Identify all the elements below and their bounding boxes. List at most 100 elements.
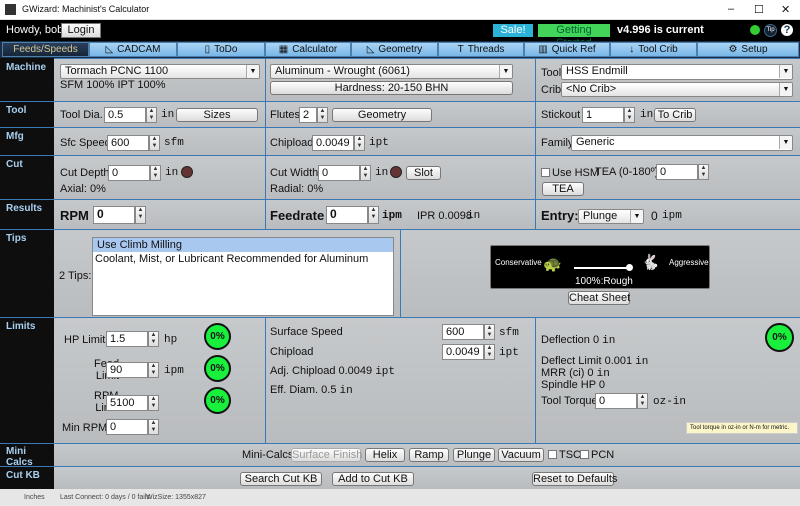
close-button[interactable]: ✕ bbox=[781, 3, 790, 16]
tool-torque-input[interactable]: 0 bbox=[595, 393, 637, 409]
maximize-button[interactable]: ☐ bbox=[754, 3, 764, 16]
tab-quick-ref[interactable]: ▥ Quick Ref bbox=[524, 42, 610, 57]
slot-button[interactable]: Slot bbox=[406, 166, 441, 180]
feedrate-output[interactable]: 0 bbox=[326, 206, 368, 224]
checkbox[interactable] bbox=[541, 168, 550, 177]
tip-item[interactable]: Use Climb Milling bbox=[93, 238, 393, 252]
search-cut-kb-button[interactable]: Search Cut KB bbox=[240, 472, 322, 486]
unit: hp bbox=[164, 334, 178, 346]
aggressiveness-slider[interactable]: Conservative 🐢 🐇 Aggressive 100%:Rough bbox=[490, 245, 710, 289]
tip-item[interactable]: Coolant, Mist, or Lubricant Recommended … bbox=[93, 252, 393, 266]
getting-started-button[interactable]: Getting Started bbox=[538, 24, 610, 49]
section-tool: Tool bbox=[6, 105, 27, 116]
to-crib-button[interactable]: To Crib bbox=[654, 108, 696, 122]
geometry-icon: ◺ bbox=[366, 44, 375, 55]
slider-thumb[interactable] bbox=[626, 264, 633, 271]
feedrate-stepper[interactable]: ▲ ▼ bbox=[368, 206, 379, 224]
checkbox[interactable] bbox=[580, 450, 589, 459]
entry-select[interactable]: Plunge ▼ bbox=[578, 209, 644, 224]
crib-select[interactable]: <No Crib> ▼ bbox=[561, 82, 793, 97]
chipload-input[interactable]: 0.0049 bbox=[312, 135, 354, 151]
tab-label: Calculator bbox=[292, 44, 338, 55]
tab-threads[interactable]: T Threads bbox=[438, 42, 524, 57]
flutes-input[interactable]: 2 bbox=[299, 107, 317, 123]
tab-tool-crib[interactable]: ↓ Tool Crib bbox=[610, 42, 697, 57]
hardness-button[interactable]: Hardness: 20-150 BHN bbox=[270, 81, 513, 95]
cut-depth-stepper[interactable]: ▲ ▼ bbox=[150, 165, 161, 181]
rpm-limit-stepper[interactable]: ▲ ▼ bbox=[148, 395, 159, 411]
limits-chipload-stepper[interactable]: ▲ ▼ bbox=[484, 344, 495, 360]
deflection-gauge: 0% bbox=[765, 323, 794, 352]
tool-dia-stepper[interactable]: ▲ ▼ bbox=[146, 107, 157, 123]
cheat-sheet-button[interactable]: Cheat Sheet bbox=[568, 291, 630, 305]
stickout-input[interactable]: 1 bbox=[582, 107, 624, 123]
chevron-down-icon: ▼ bbox=[246, 65, 259, 78]
tool-torque-stepper[interactable]: ▲ ▼ bbox=[637, 393, 648, 409]
rpm-limit-input[interactable]: 5100 bbox=[106, 395, 148, 411]
cut-depth-input[interactable]: 0 bbox=[108, 165, 150, 181]
tab-feeds-speeds[interactable]: Feeds/Speeds bbox=[2, 42, 89, 57]
surface-speed-stepper[interactable]: ▲ ▼ bbox=[484, 324, 495, 340]
tips-list[interactable]: Use Climb Milling Coolant, Mist, or Lubr… bbox=[92, 237, 394, 316]
flutes-stepper[interactable]: ▲ ▼ bbox=[317, 107, 328, 123]
min-rpm-input[interactable]: 0 bbox=[106, 419, 148, 435]
tea-button[interactable]: TEA bbox=[542, 182, 584, 196]
feed-limit-stepper[interactable]: ▲ ▼ bbox=[148, 362, 159, 378]
rpm-output[interactable]: 0 bbox=[93, 206, 135, 224]
sfc-speed-input[interactable]: 600 bbox=[107, 135, 149, 151]
tea-stepper[interactable]: ▲ ▼ bbox=[698, 164, 709, 180]
checkbox[interactable] bbox=[548, 450, 557, 459]
minimize-button[interactable]: – bbox=[728, 3, 734, 15]
family-select[interactable]: Generic ▼ bbox=[571, 135, 793, 151]
gauge-icon[interactable] bbox=[181, 166, 193, 178]
feed-gauge: 0% bbox=[204, 355, 231, 382]
tab-todo[interactable]: ▯ ToDo bbox=[177, 42, 265, 57]
add-to-cut-kb-button[interactable]: Add to Cut KB bbox=[332, 472, 414, 486]
tab-geometry[interactable]: ◺ Geometry bbox=[351, 42, 438, 57]
sizes-button[interactable]: Sizes bbox=[176, 108, 258, 122]
tab-setup[interactable]: ⚙ Setup bbox=[697, 42, 799, 57]
vacuum-button[interactable]: Vacuum bbox=[498, 448, 544, 462]
sfc-speed-stepper[interactable]: ▲ ▼ bbox=[149, 135, 160, 151]
helix-button[interactable]: Helix bbox=[365, 448, 405, 462]
sale-button[interactable]: Sale! bbox=[493, 24, 533, 37]
geometry-button[interactable]: Geometry bbox=[332, 108, 432, 122]
plunge-button[interactable]: Plunge bbox=[453, 448, 495, 462]
rpm-stepper[interactable]: ▲ ▼ bbox=[135, 206, 146, 224]
feed-limit-input[interactable]: 90 bbox=[106, 362, 148, 378]
surface-finish-button[interactable]: Surface Finish bbox=[291, 448, 362, 462]
hp-limit-stepper[interactable]: ▲ ▼ bbox=[148, 331, 159, 347]
limits-chipload-input[interactable]: 0.0049 bbox=[442, 344, 484, 360]
slider-track[interactable] bbox=[574, 267, 630, 269]
tool-dia-input[interactable]: 0.5 bbox=[104, 107, 146, 123]
family-value: Generic bbox=[576, 136, 615, 148]
chipload-stepper[interactable]: ▲ ▼ bbox=[354, 135, 365, 151]
unit: in bbox=[635, 356, 649, 368]
material-select[interactable]: Aluminum - Wrought (6061) ▼ bbox=[270, 64, 513, 79]
use-hsm-checkbox[interactable]: Use HSM bbox=[541, 167, 599, 179]
pcn-checkbox[interactable]: PCN bbox=[580, 449, 614, 461]
help-icon[interactable]: ? bbox=[781, 24, 793, 36]
version-status: v4.996 is current bbox=[617, 24, 704, 36]
stickout-stepper[interactable]: ▲ ▼ bbox=[624, 107, 635, 123]
tsc-checkbox[interactable]: TSC bbox=[548, 449, 581, 461]
gauge-icon[interactable] bbox=[390, 166, 402, 178]
surface-speed-input[interactable]: 600 bbox=[442, 324, 484, 340]
tea-input[interactable]: 0 bbox=[656, 164, 698, 180]
tool-dia-label: Tool Dia. bbox=[60, 109, 103, 121]
hp-limit-input[interactable]: 1.5 bbox=[106, 331, 148, 347]
cut-width-stepper[interactable]: ▲ ▼ bbox=[360, 165, 371, 181]
cut-width-input[interactable]: 0 bbox=[318, 165, 360, 181]
tool-select[interactable]: HSS Endmill ▼ bbox=[561, 64, 793, 80]
min-rpm-stepper[interactable]: ▲ ▼ bbox=[148, 419, 159, 435]
login-button[interactable]: Login bbox=[61, 23, 101, 38]
tip-icon[interactable]: Tip bbox=[764, 24, 777, 37]
machine-select[interactable]: Tormach PCNC 1100 ▼ bbox=[60, 64, 260, 79]
refresh-icon[interactable] bbox=[750, 25, 760, 35]
ramp-button[interactable]: Ramp bbox=[409, 448, 449, 462]
reset-to-defaults-button[interactable]: Reset to Defaults bbox=[532, 472, 617, 486]
tab-cadcam[interactable]: ◺ CADCAM bbox=[89, 42, 177, 57]
unit: ipt bbox=[375, 366, 396, 378]
tab-calculator[interactable]: ▦ Calculator bbox=[265, 42, 351, 57]
surface-speed-label: Surface Speed bbox=[270, 326, 343, 338]
